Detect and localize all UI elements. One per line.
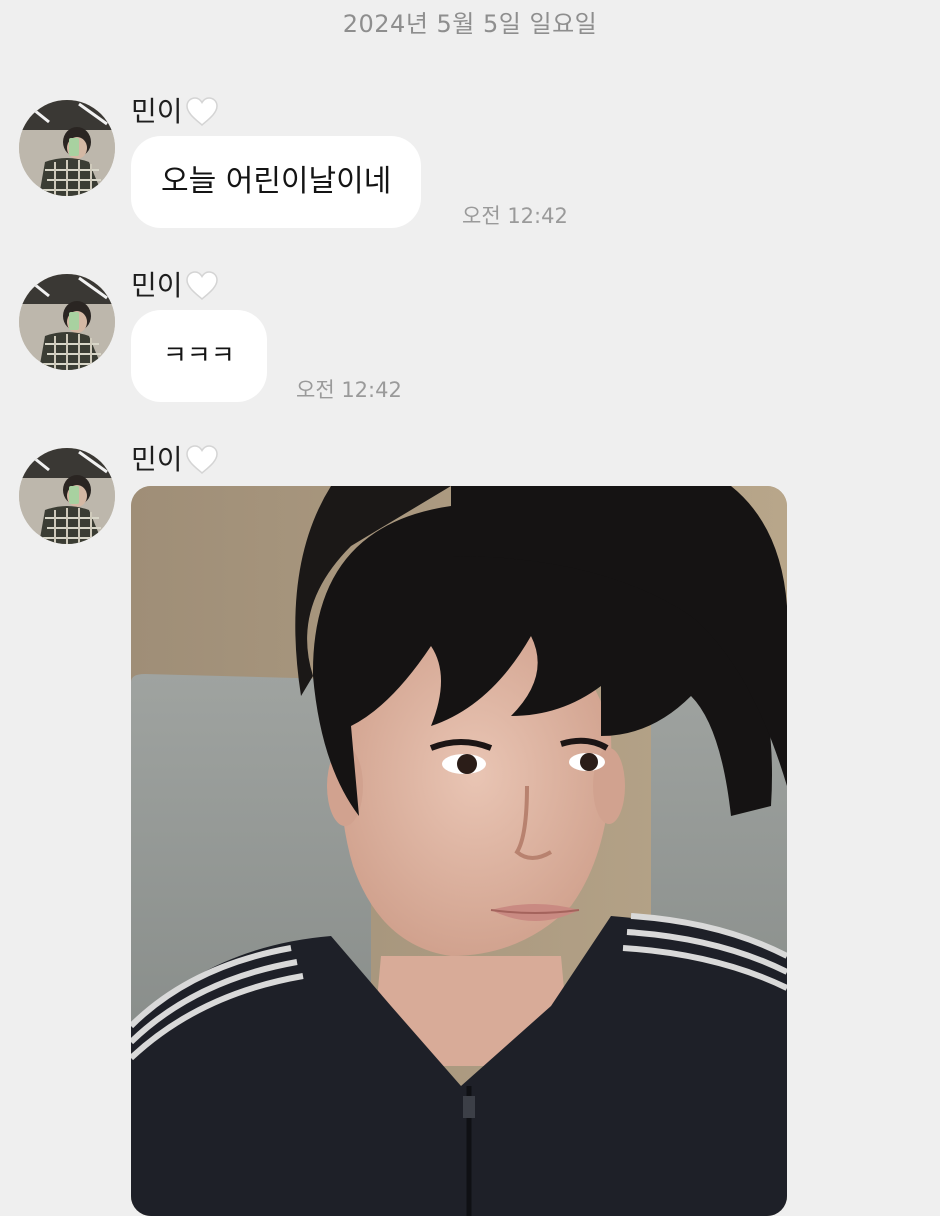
sender-label: 민이 [131, 95, 183, 128]
message-text: 오늘 어린이날이네 [161, 164, 392, 199]
photo-message[interactable] [131, 486, 787, 1216]
white-heart-icon [185, 444, 219, 476]
message-bubble[interactable]: 오늘 어린이날이네 [131, 136, 422, 228]
message-bubble[interactable]: ㅋㅋㅋ [131, 310, 267, 402]
message-text: ㅋㅋㅋ [163, 341, 235, 371]
date-divider: 2024년 5월 5일 일요일 [342, 10, 598, 38]
sender-label: 민이 [131, 443, 183, 476]
sender-name: 민이 [131, 90, 219, 130]
white-heart-icon [185, 270, 219, 302]
white-heart-icon [185, 96, 219, 128]
sender-name: 민이 [131, 438, 219, 478]
sender-name: 민이 [131, 264, 219, 304]
sender-label: 민이 [131, 269, 183, 302]
avatar[interactable] [19, 100, 115, 196]
avatar[interactable] [19, 448, 115, 544]
message-timestamp: 오전 12:42 [296, 378, 402, 402]
avatar[interactable] [19, 274, 115, 370]
message-timestamp: 오전 12:42 [462, 204, 568, 228]
